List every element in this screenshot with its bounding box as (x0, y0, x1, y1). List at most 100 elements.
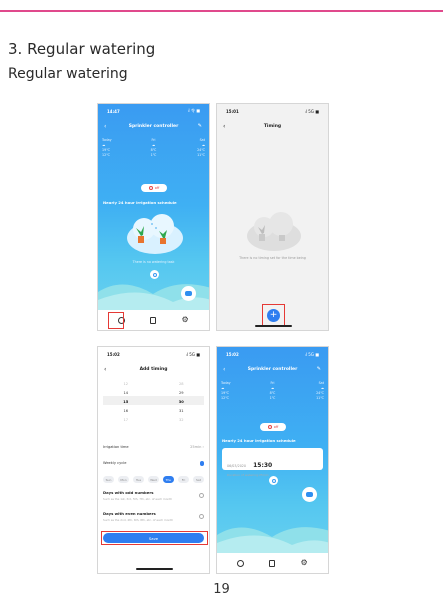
back-icon[interactable]: ‹ (223, 123, 225, 130)
power-icon (267, 425, 272, 429)
edit-icon[interactable]: ✎ (198, 123, 202, 129)
off-label: off (273, 425, 279, 429)
back-icon[interactable]: ‹ (104, 366, 106, 373)
status-icons: ᵢl 5G ■ (186, 351, 200, 357)
edit-icon[interactable]: ✎ (317, 366, 321, 372)
screen-title: Add timing (139, 366, 168, 372)
irrigation-time-label: Irrigation time (103, 445, 129, 449)
weekday-selector: Sun Mon Tue Wed Thu Fri Sat (103, 476, 204, 483)
schedule-time: 15:30 (253, 462, 273, 469)
home-indicator (255, 325, 292, 327)
day-mon[interactable]: Mon (118, 476, 129, 483)
status-bar: 15:02 ᵢl 5G ■ (217, 347, 328, 361)
chat-fab-button[interactable] (302, 487, 317, 502)
time-picker[interactable]: 12 28 14 29 15 30 16 31 17 32 (98, 379, 209, 424)
highlight-box (262, 304, 285, 326)
status-icons: ᵢl 令 ■ (187, 108, 200, 113)
screen-title: Sprinkler controller (247, 366, 298, 372)
weekly-cycle-row[interactable]: Weekly cycle (103, 461, 204, 466)
highlight-box (101, 531, 208, 545)
empty-schedule-message: There is no watering task (132, 260, 175, 264)
refresh-button[interactable] (269, 476, 278, 485)
off-toggle-button[interactable]: off (141, 184, 167, 192)
schedule-card[interactable]: 06/03/2020 15:30 Duration of watering:25… (222, 448, 323, 477)
weather-cell: 12℃ (102, 153, 110, 157)
highlight-box (108, 312, 124, 329)
odd-days-option[interactable]: Days with odd numbers Such as the 1st, 3… (103, 490, 204, 501)
status-time: 15:01 (226, 108, 239, 114)
nav-bar: ‹ Sprinkler controller ✎ (217, 361, 328, 377)
irrigation-time-row[interactable]: Irrigation time 25min › (103, 445, 204, 449)
nav-bar: ‹ Add timing (98, 361, 209, 377)
tab-settings[interactable]: ⚙ (181, 316, 190, 325)
back-icon[interactable]: ‹ (104, 123, 106, 130)
empty-schedule-illustration (127, 214, 183, 254)
empty-timing-message: There is no timing set for the time bein… (239, 256, 306, 260)
weather-cell: 11℃ (316, 396, 324, 400)
tab-records[interactable] (268, 559, 277, 568)
tab-settings[interactable]: ⚙ (300, 559, 309, 568)
day-thu[interactable]: Thu (163, 476, 174, 483)
section-title: 3. Regular watering (8, 40, 156, 58)
weather-cell: 11℃ (197, 153, 205, 157)
tab-records[interactable] (149, 316, 158, 325)
even-days-option[interactable]: Days with even numbers Such as the 2nd, … (103, 511, 204, 522)
status-icons: ᵢl 5G ■ (305, 108, 319, 114)
picker-minute[interactable]: 31 (179, 409, 184, 413)
home-indicator (136, 568, 173, 570)
radio-icon[interactable] (199, 493, 204, 498)
tab-bar: ⚙ (217, 553, 328, 573)
status-bar: 14:47 ᵢl 令 ■ (98, 104, 209, 118)
weather-forecast: Today Fri Sat ☁ ☁ ☁ 19℃ 8℃ 24℃ 12℃ 1℃ 11℃ (102, 138, 205, 158)
weather-cell: 12℃ (221, 396, 229, 400)
day-sun[interactable]: Sun (103, 476, 114, 483)
section-subtitle: Regular watering (8, 66, 128, 82)
picker-hour[interactable]: 14 (123, 391, 128, 395)
nav-bar: ‹ Sprinkler controller ✎ (98, 118, 209, 134)
picker-row: 14 29 (98, 388, 209, 397)
picker-hour[interactable]: 16 (123, 409, 128, 413)
day-tue[interactable]: Tue (133, 476, 144, 483)
hills-decoration (217, 527, 328, 553)
page-number: 19 (213, 582, 230, 597)
schedule-heading: Nearly 24 hour irrigation schedule (222, 438, 296, 443)
off-toggle-button[interactable]: off (260, 423, 286, 431)
weather-row: 12℃ 1℃ 11℃ (102, 153, 205, 158)
picker-minute[interactable]: 28 (179, 382, 184, 386)
schedule-date: 06/03/2020 (227, 464, 247, 468)
weather-row: 12℃ 1℃ 11℃ (221, 396, 324, 401)
picker-minute[interactable]: 30 (179, 400, 184, 404)
day-wed[interactable]: Wed (148, 476, 159, 483)
picker-minute[interactable]: 32 (179, 418, 184, 422)
nav-bar: ‹ Timing (217, 118, 328, 134)
radio-icon[interactable] (199, 514, 204, 519)
day-sat[interactable]: Sat (193, 476, 204, 483)
tab-timing[interactable] (236, 559, 245, 568)
off-label: off (154, 186, 160, 190)
gear-icon: ⚙ (300, 558, 308, 567)
picker-hour[interactable]: 12 (123, 382, 128, 386)
odd-days-title: Days with odd numbers (103, 490, 154, 495)
schedule-heading: Nearly 24 hour irrigation schedule (103, 200, 177, 205)
checked-icon (199, 461, 204, 466)
power-icon (148, 186, 153, 190)
picker-row: 17 32 (98, 415, 209, 424)
status-time: 15:02 (107, 351, 120, 357)
back-icon[interactable]: ‹ (223, 366, 225, 373)
document-icon (150, 316, 157, 324)
picker-hour[interactable]: 15 (123, 400, 128, 404)
chat-fab-button[interactable] (181, 286, 196, 301)
weather-cell: 1℃ (150, 153, 157, 157)
clock-icon (237, 559, 245, 567)
power-icon (271, 478, 276, 483)
picker-row: 12 28 (98, 379, 209, 388)
picker-row: 16 31 (98, 406, 209, 415)
day-fri[interactable]: Fri (178, 476, 189, 483)
document-icon (269, 559, 276, 567)
status-time: 15:02 (226, 351, 239, 357)
screenshot-controller: 14:47 ᵢl 令 ■ ‹ Sprinkler controller ✎ To… (97, 103, 210, 331)
weather-forecast: Today Fri Sat ☁ ☁ ☁ 19℃ 8℃ 24℃ 12℃ 1℃ 11℃ (221, 381, 324, 401)
picker-hour[interactable]: 17 (123, 418, 128, 422)
picker-minute[interactable]: 29 (179, 391, 184, 395)
irrigation-time-value: 25min › (190, 445, 204, 449)
